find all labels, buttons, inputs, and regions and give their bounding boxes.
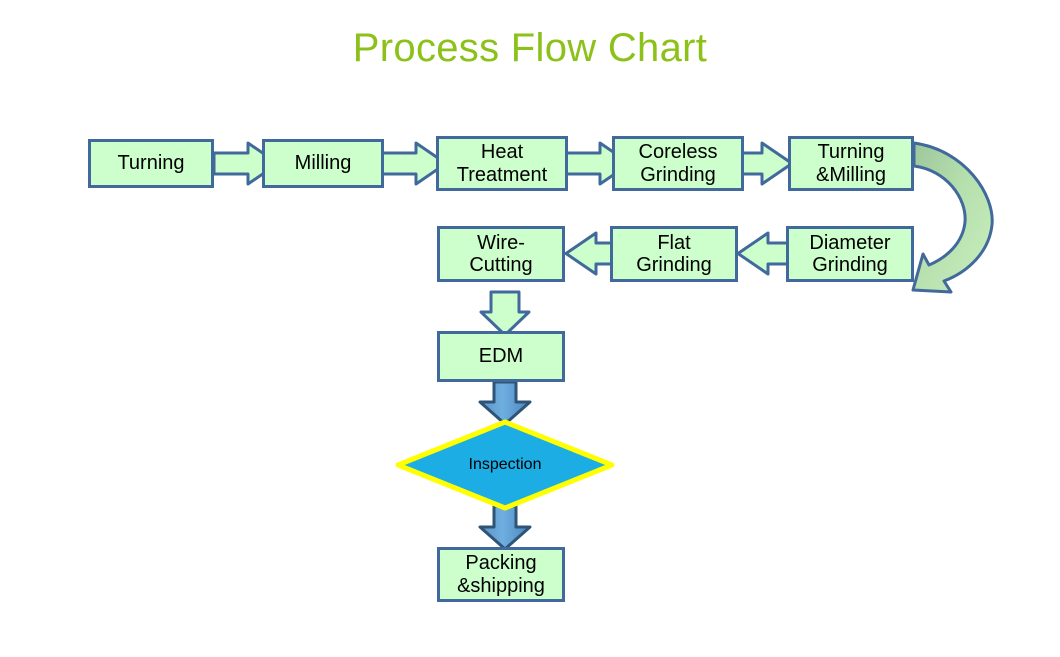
node-turning-label: Turning	[117, 152, 185, 175]
node-diameter-grinding-label: Diameter Grinding	[809, 231, 891, 276]
decision-inspection[interactable]: Inspection	[398, 422, 612, 508]
connector-turning-milling-to-diameter-grinding	[911, 141, 994, 294]
node-heat-treatment-label: Heat Treatment	[456, 141, 548, 186]
connector-diameter-grinding-to-flat-grinding	[736, 231, 790, 276]
connector-inspection-to-packing-shipping	[478, 504, 532, 551]
node-edm[interactable]: EDM	[437, 331, 565, 382]
decision-inspection-label: Inspection	[468, 456, 542, 473]
node-milling-label: Milling	[294, 152, 352, 175]
flow-chart-canvas: Process Flow Chart Turning Milling Heat …	[0, 0, 1060, 657]
node-flat-grinding[interactable]: Flat Grinding	[610, 226, 738, 282]
node-coreless-grinding[interactable]: Coreless Grinding	[612, 136, 744, 191]
connector-edm-to-inspection	[478, 380, 532, 426]
node-packing-shipping-label: Packing &shipping	[457, 552, 545, 597]
node-packing-shipping[interactable]: Packing &shipping	[437, 547, 565, 602]
node-coreless-grinding-label: Coreless Grinding	[638, 141, 718, 186]
node-diameter-grinding[interactable]: Diameter Grinding	[786, 226, 914, 282]
node-turning-milling-label: Turning &Milling	[815, 141, 887, 186]
node-flat-grinding-label: Flat Grinding	[636, 231, 712, 276]
connector-wire-cutting-to-edm	[479, 290, 531, 337]
node-wire-cutting-label: Wire- Cutting	[469, 231, 533, 276]
node-milling[interactable]: Milling	[262, 139, 384, 188]
node-edm-label: EDM	[478, 345, 524, 368]
connector-coreless-grinding-to-turning-milling	[740, 141, 794, 186]
node-heat-treatment[interactable]: Heat Treatment	[436, 136, 568, 191]
node-wire-cutting[interactable]: Wire- Cutting	[437, 226, 565, 282]
node-turning[interactable]: Turning	[88, 139, 214, 188]
node-turning-milling[interactable]: Turning &Milling	[788, 136, 914, 191]
connector-flat-grinding-to-wire-cutting	[564, 231, 614, 276]
